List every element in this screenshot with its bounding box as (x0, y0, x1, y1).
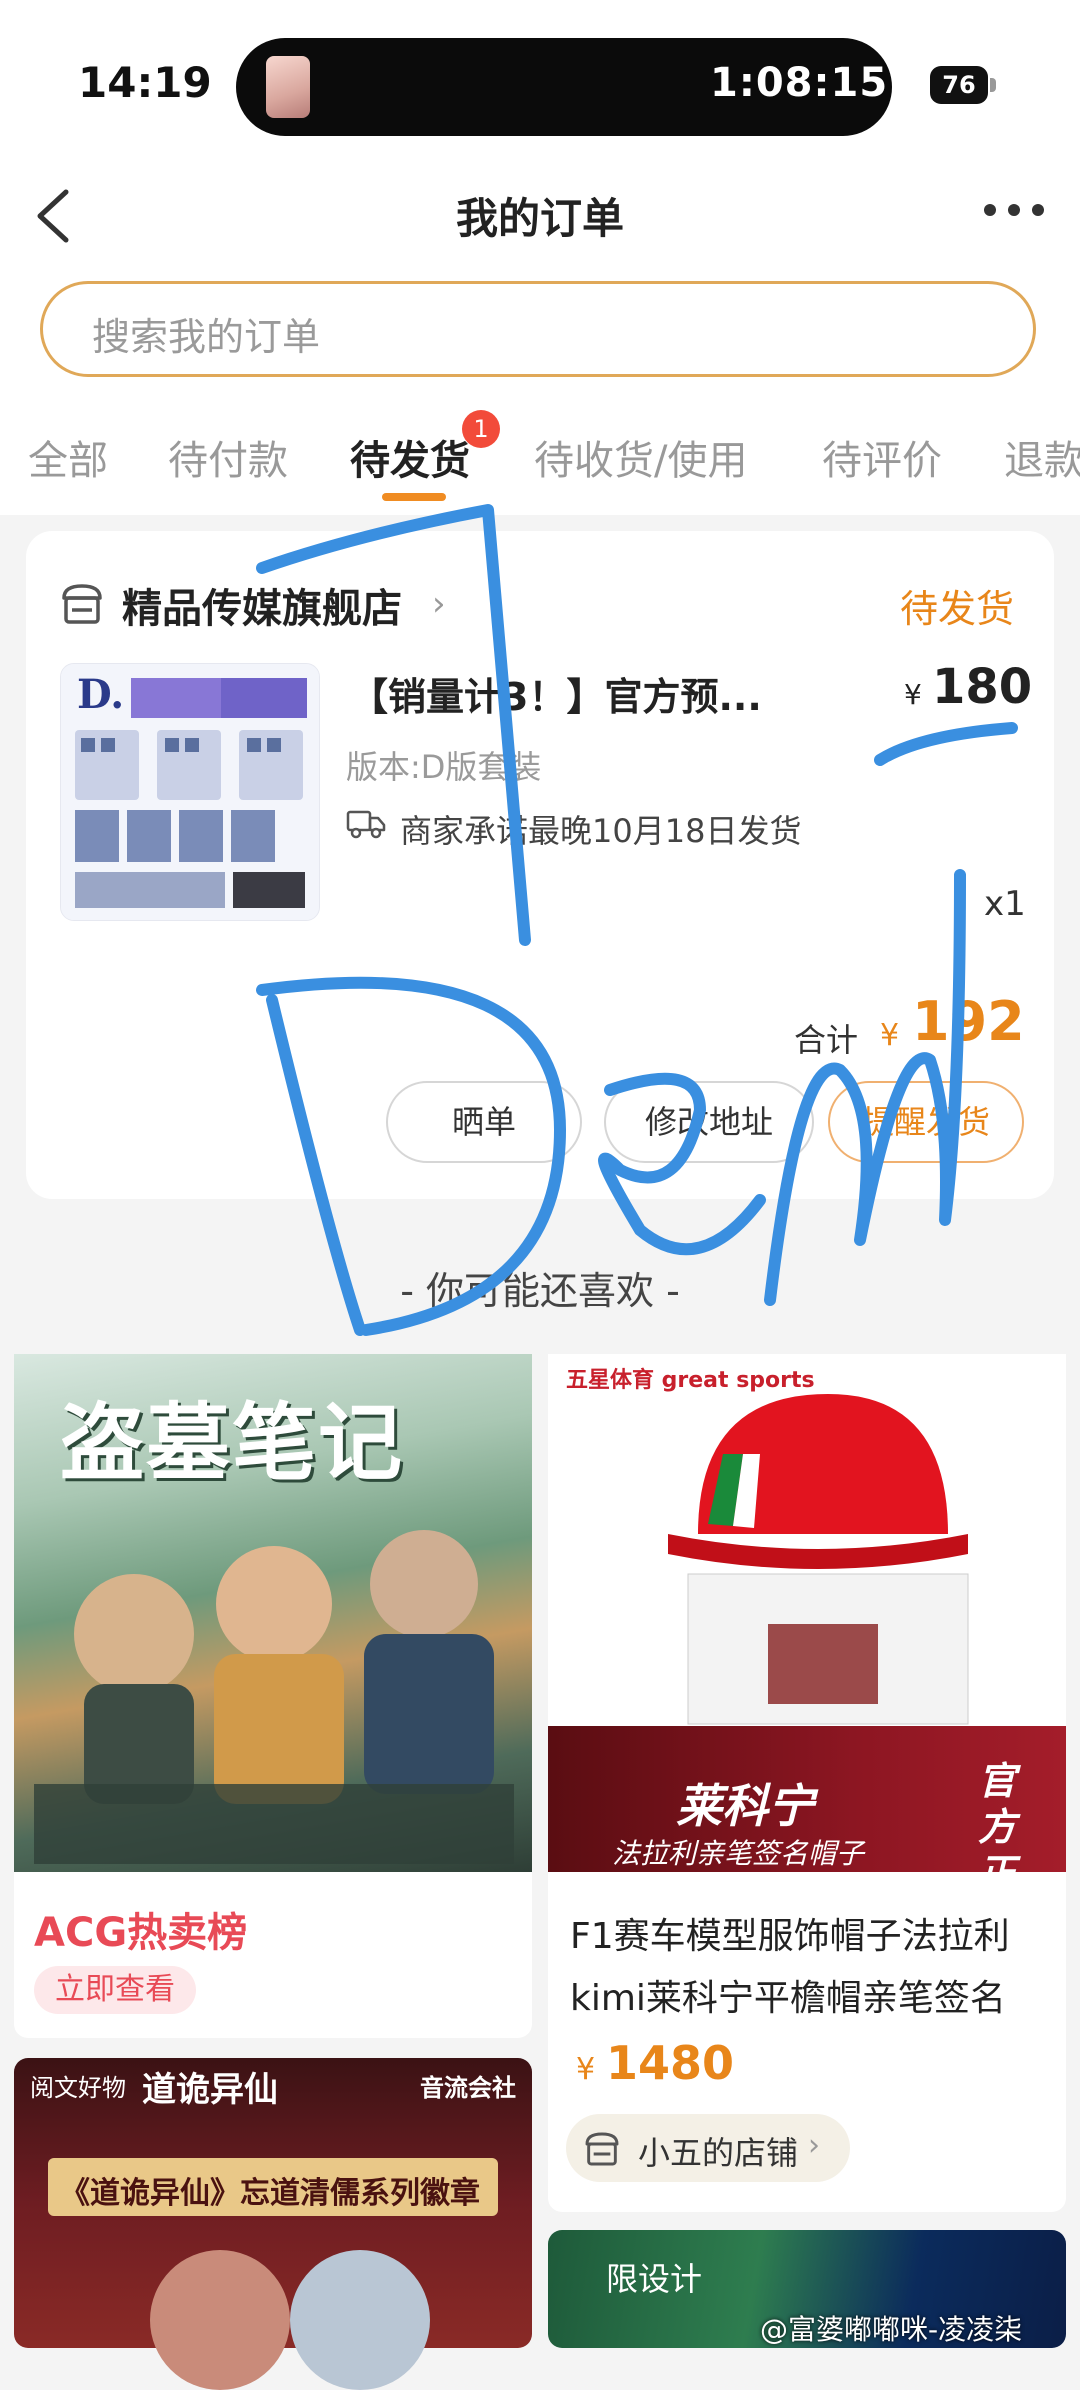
product-variant: 版本:D版套装 (346, 748, 542, 786)
watermark: @富婆嘟嘟咪-凌凌柒 (760, 2313, 1023, 2346)
product-title[interactable]: 【销量计3！】官方预... (350, 666, 762, 721)
cap-brand-logo: 五星体育 great sports (566, 1368, 815, 1393)
cap-banner-subtitle: 法拉利亲笔签名帽子 (612, 1837, 865, 1870)
tab-pending-payment[interactable]: 待付款 (168, 428, 288, 486)
daogui-brand: 阅文好物 (30, 2074, 126, 2102)
acg-image-title: 盗墓笔记 (60, 1393, 405, 1492)
tab-pending-receipt[interactable]: 待收货/使用 (534, 428, 747, 486)
acg-label[interactable]: ACG热卖榜 (34, 1900, 247, 1958)
shop-name[interactable]: 精品传媒旗舰店 (122, 576, 402, 634)
shipping-promise: 商家承诺最晚10月18日发货 (400, 812, 802, 850)
island-timer: 1:08:15 (710, 60, 889, 106)
island-artwork-thumbnail (266, 56, 310, 118)
tab-badge: 1 (462, 410, 500, 448)
daogui-publisher: 音流会社 (420, 2074, 516, 2102)
tab-pending-shipment[interactable]: 待发货 (350, 428, 470, 486)
tab-all[interactable]: 全部 (28, 428, 108, 486)
cap-banner-name: 莱科宁 (676, 1779, 814, 1833)
active-tab-indicator (382, 493, 446, 501)
badge-image-left (150, 2250, 290, 2390)
remind-shipment-button[interactable]: 提醒发货 (828, 1081, 1024, 1163)
product-thumbnail[interactable]: D. (60, 663, 320, 921)
daogui-title: 《道诡异仙》忘道清儒系列徽章 (60, 2176, 480, 2211)
last-card-text: 限设计 (606, 2260, 703, 2298)
truck-icon (346, 806, 386, 840)
total-label: 合计 (794, 1021, 859, 1059)
tab-refund[interactable]: 退款 (1004, 428, 1080, 486)
battery-tip (990, 78, 996, 92)
cap-price: 1480 (606, 2036, 735, 2090)
recommend-heading: - 你可能还喜欢 - (400, 1269, 680, 1313)
badge-image-right (290, 2250, 430, 2390)
cap-description[interactable]: F1赛车模型服饰帽子法拉利kimi莱科宁平檐帽亲笔签名 (570, 1906, 1054, 2030)
product-quantity: x1 (984, 884, 1026, 924)
price-currency: ¥ (904, 678, 922, 711)
more-icon[interactable] (984, 200, 1044, 220)
search-placeholder: 搜索我的订单 (92, 315, 321, 359)
share-order-button[interactable]: 晒单 (386, 1081, 582, 1163)
order-total: 192 (912, 990, 1025, 1053)
tab-pending-review[interactable]: 待评价 (822, 428, 942, 486)
order-status: 待发货 (900, 587, 1015, 631)
cap-shop-name: 小五的店铺 (638, 2134, 799, 2172)
status-time: 14:19 (78, 58, 212, 107)
daogui-logo: 道诡异仙 (142, 2070, 278, 2110)
chevron-right-icon: › (808, 2128, 820, 2163)
chevron-right-icon: › (432, 584, 446, 624)
shop-icon (58, 582, 106, 626)
page-title: 我的订单 (455, 194, 624, 243)
svg-text:D.: D. (77, 671, 124, 718)
battery-icon: 76 (930, 66, 988, 104)
total-currency: ¥ (880, 1018, 900, 1053)
product-price: 180 (932, 659, 1033, 715)
edit-address-button[interactable]: 修改地址 (604, 1081, 814, 1163)
shop-icon (582, 2130, 622, 2168)
cap-price-currency: ¥ (576, 2052, 596, 2087)
acg-view-button[interactable]: 立即查看 (34, 1966, 196, 2014)
